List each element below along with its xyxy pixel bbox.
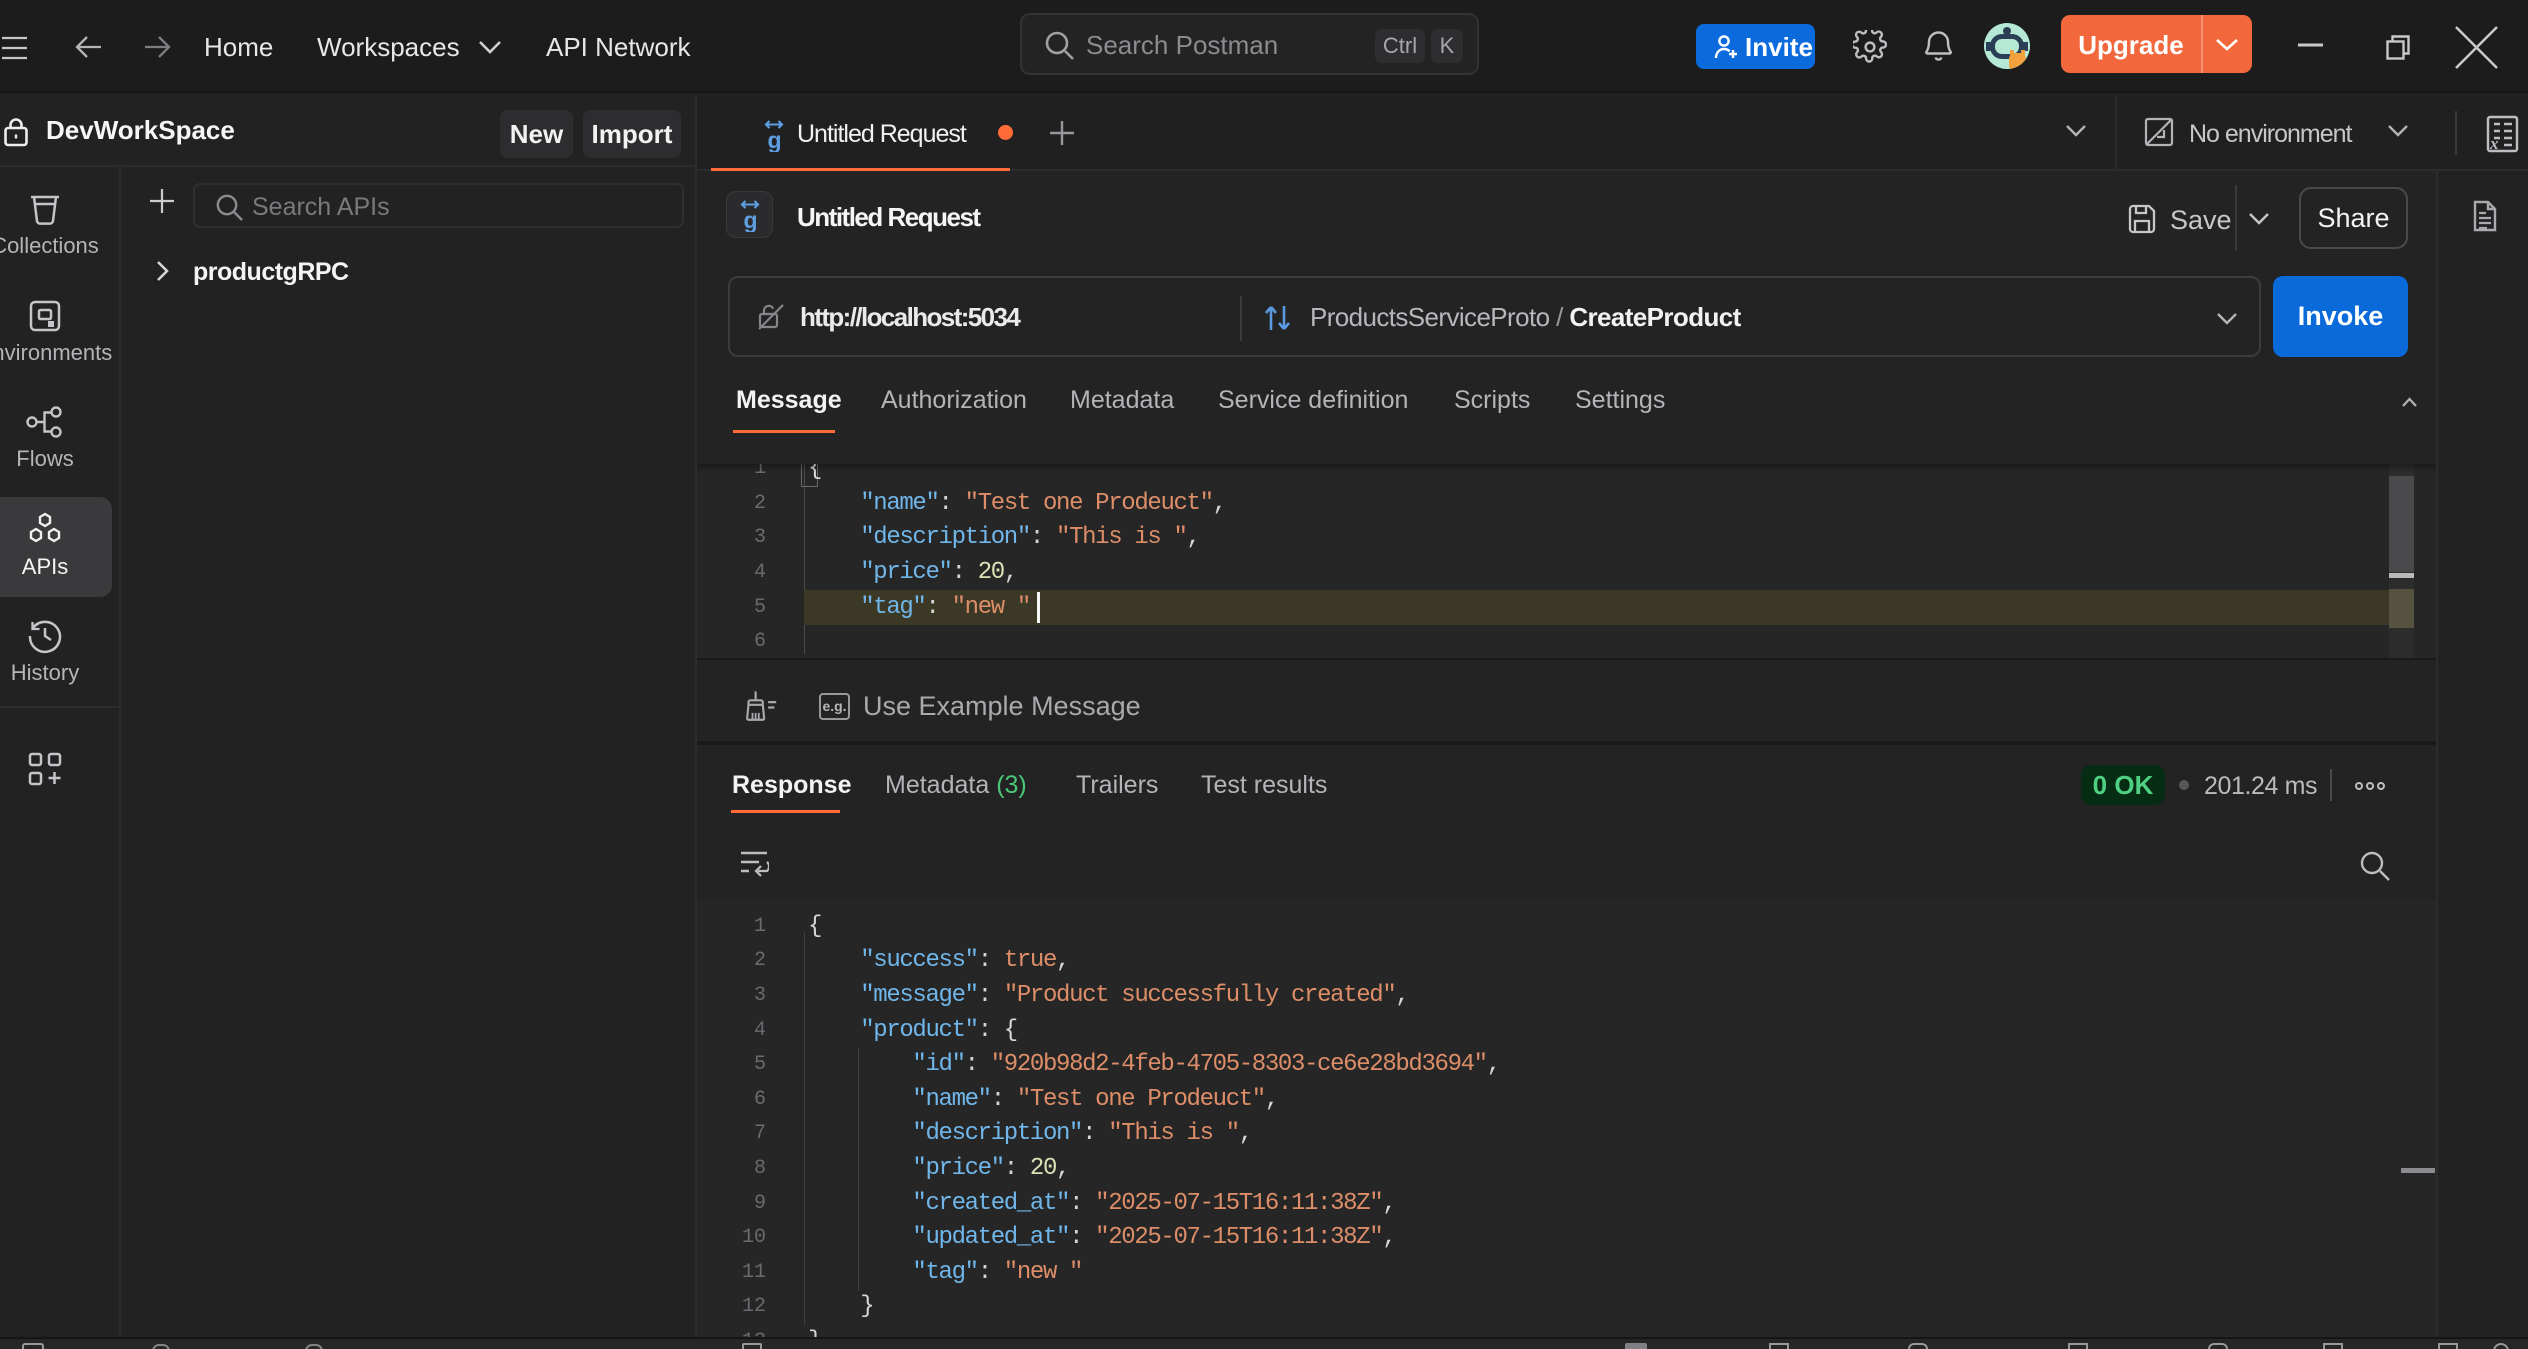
svg-text:g: g	[768, 127, 782, 152]
svg-text:g: g	[744, 207, 758, 232]
svg-text:x: x	[2489, 134, 2499, 153]
